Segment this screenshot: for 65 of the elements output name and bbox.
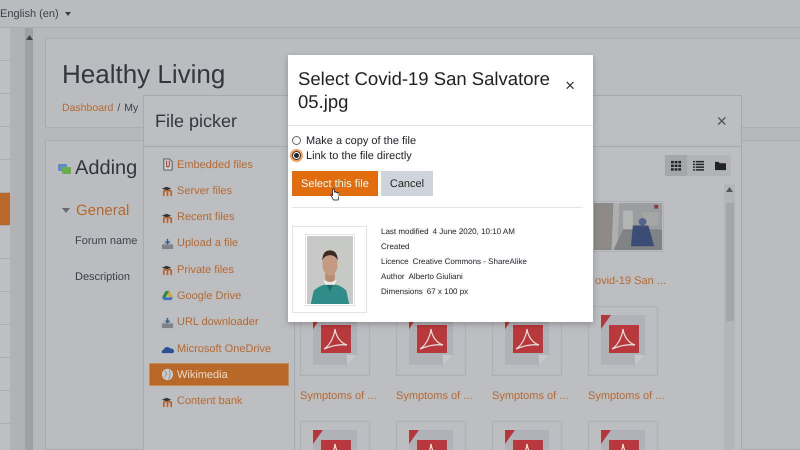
breadcrumb-link[interactable]: Dashboard bbox=[62, 102, 114, 114]
up-arrow-icon bbox=[26, 35, 32, 40]
detail-label: Licence bbox=[381, 256, 409, 266]
close-button[interactable]: × bbox=[716, 112, 727, 130]
folder-icon bbox=[714, 160, 726, 171]
graduation-cap-icon bbox=[161, 263, 174, 276]
detail-label: Last modified bbox=[381, 226, 429, 236]
detail-value: 4 June 2020, 10:10 AM bbox=[432, 226, 515, 236]
repository-item[interactable]: Private files bbox=[149, 258, 289, 282]
globe-icon bbox=[161, 368, 174, 382]
select-button[interactable]: Select this file bbox=[292, 171, 378, 196]
drawer-item[interactable] bbox=[0, 193, 10, 226]
language-menu[interactable]: English (en) bbox=[0, 8, 71, 20]
option-label[interactable]: Make a copy of the file bbox=[306, 134, 416, 146]
repository-item[interactable]: Embedded files bbox=[149, 153, 289, 176]
panel-title: File picker bbox=[155, 110, 238, 132]
detail-label: Created bbox=[381, 242, 410, 251]
detail-value: Alberto Giuliani bbox=[408, 272, 463, 282]
detail-label: Dimensions bbox=[381, 287, 423, 296]
radio-button[interactable] bbox=[292, 151, 301, 160]
file-thumbnail[interactable] bbox=[588, 306, 658, 376]
caret-down-icon[interactable] bbox=[62, 208, 70, 213]
radio-button[interactable] bbox=[292, 136, 301, 145]
cancel-button[interactable]: Cancel bbox=[380, 171, 434, 196]
field-label: Description bbox=[75, 271, 130, 283]
list-icon bbox=[692, 160, 704, 171]
hand-cursor-icon bbox=[330, 188, 339, 201]
scrollbar[interactable] bbox=[724, 184, 735, 450]
section-heading[interactable]: General bbox=[76, 202, 130, 219]
upload-tray-icon bbox=[161, 316, 174, 329]
close-button[interactable]: × bbox=[565, 77, 575, 94]
scrollbar[interactable] bbox=[25, 28, 33, 450]
detail-value: Creative Commons - ShareAlike bbox=[412, 256, 527, 266]
breadcrumb-link[interactable]: My bbox=[124, 102, 138, 114]
breadcrumb-separator: / bbox=[117, 102, 120, 114]
detail-label: Author bbox=[381, 272, 405, 282]
up-arrow-icon bbox=[726, 187, 733, 192]
repository-item[interactable]: Recent files bbox=[149, 206, 289, 229]
file-name[interactable]: Symptoms of ... bbox=[588, 390, 664, 412]
view-button[interactable] bbox=[665, 155, 687, 176]
dialog-title: Select Covid-19 San Salvatore 05.jpg bbox=[298, 67, 551, 113]
page-title: Healthy Living bbox=[62, 59, 226, 90]
file-name[interactable]: Symptoms of ... bbox=[492, 390, 568, 412]
grid-icon bbox=[670, 160, 682, 171]
caret-icon bbox=[64, 12, 71, 16]
chat-icon bbox=[58, 162, 71, 174]
file-name[interactable]: ovid-19 San ... bbox=[595, 275, 666, 297]
repository-item[interactable]: Content bank bbox=[149, 390, 289, 413]
document-icon bbox=[161, 158, 174, 171]
repository-item[interactable]: Upload a file bbox=[149, 232, 289, 255]
image-thumbnail[interactable] bbox=[592, 200, 664, 252]
upload-tray-icon bbox=[161, 236, 174, 250]
repository-item[interactable]: Microsoft OneDrive bbox=[149, 337, 289, 360]
field-label: Forum name bbox=[75, 235, 138, 247]
form-heading: Adding bbox=[75, 157, 138, 180]
triangle-icon bbox=[161, 289, 174, 302]
graduation-cap-icon bbox=[161, 184, 174, 198]
repository-item[interactable]: Wikimedia bbox=[149, 363, 289, 386]
repository-item[interactable]: Server files bbox=[149, 179, 289, 202]
repository-item[interactable]: Google Drive bbox=[149, 284, 289, 308]
detail-value: 67 x 100 px bbox=[426, 287, 468, 296]
repository-item[interactable]: URL downloader bbox=[149, 310, 289, 334]
file-name[interactable]: Symptoms of ... bbox=[396, 390, 472, 412]
option-label[interactable]: Link to the file directly bbox=[306, 150, 412, 162]
file-name[interactable]: Symptoms of ... bbox=[300, 390, 376, 412]
